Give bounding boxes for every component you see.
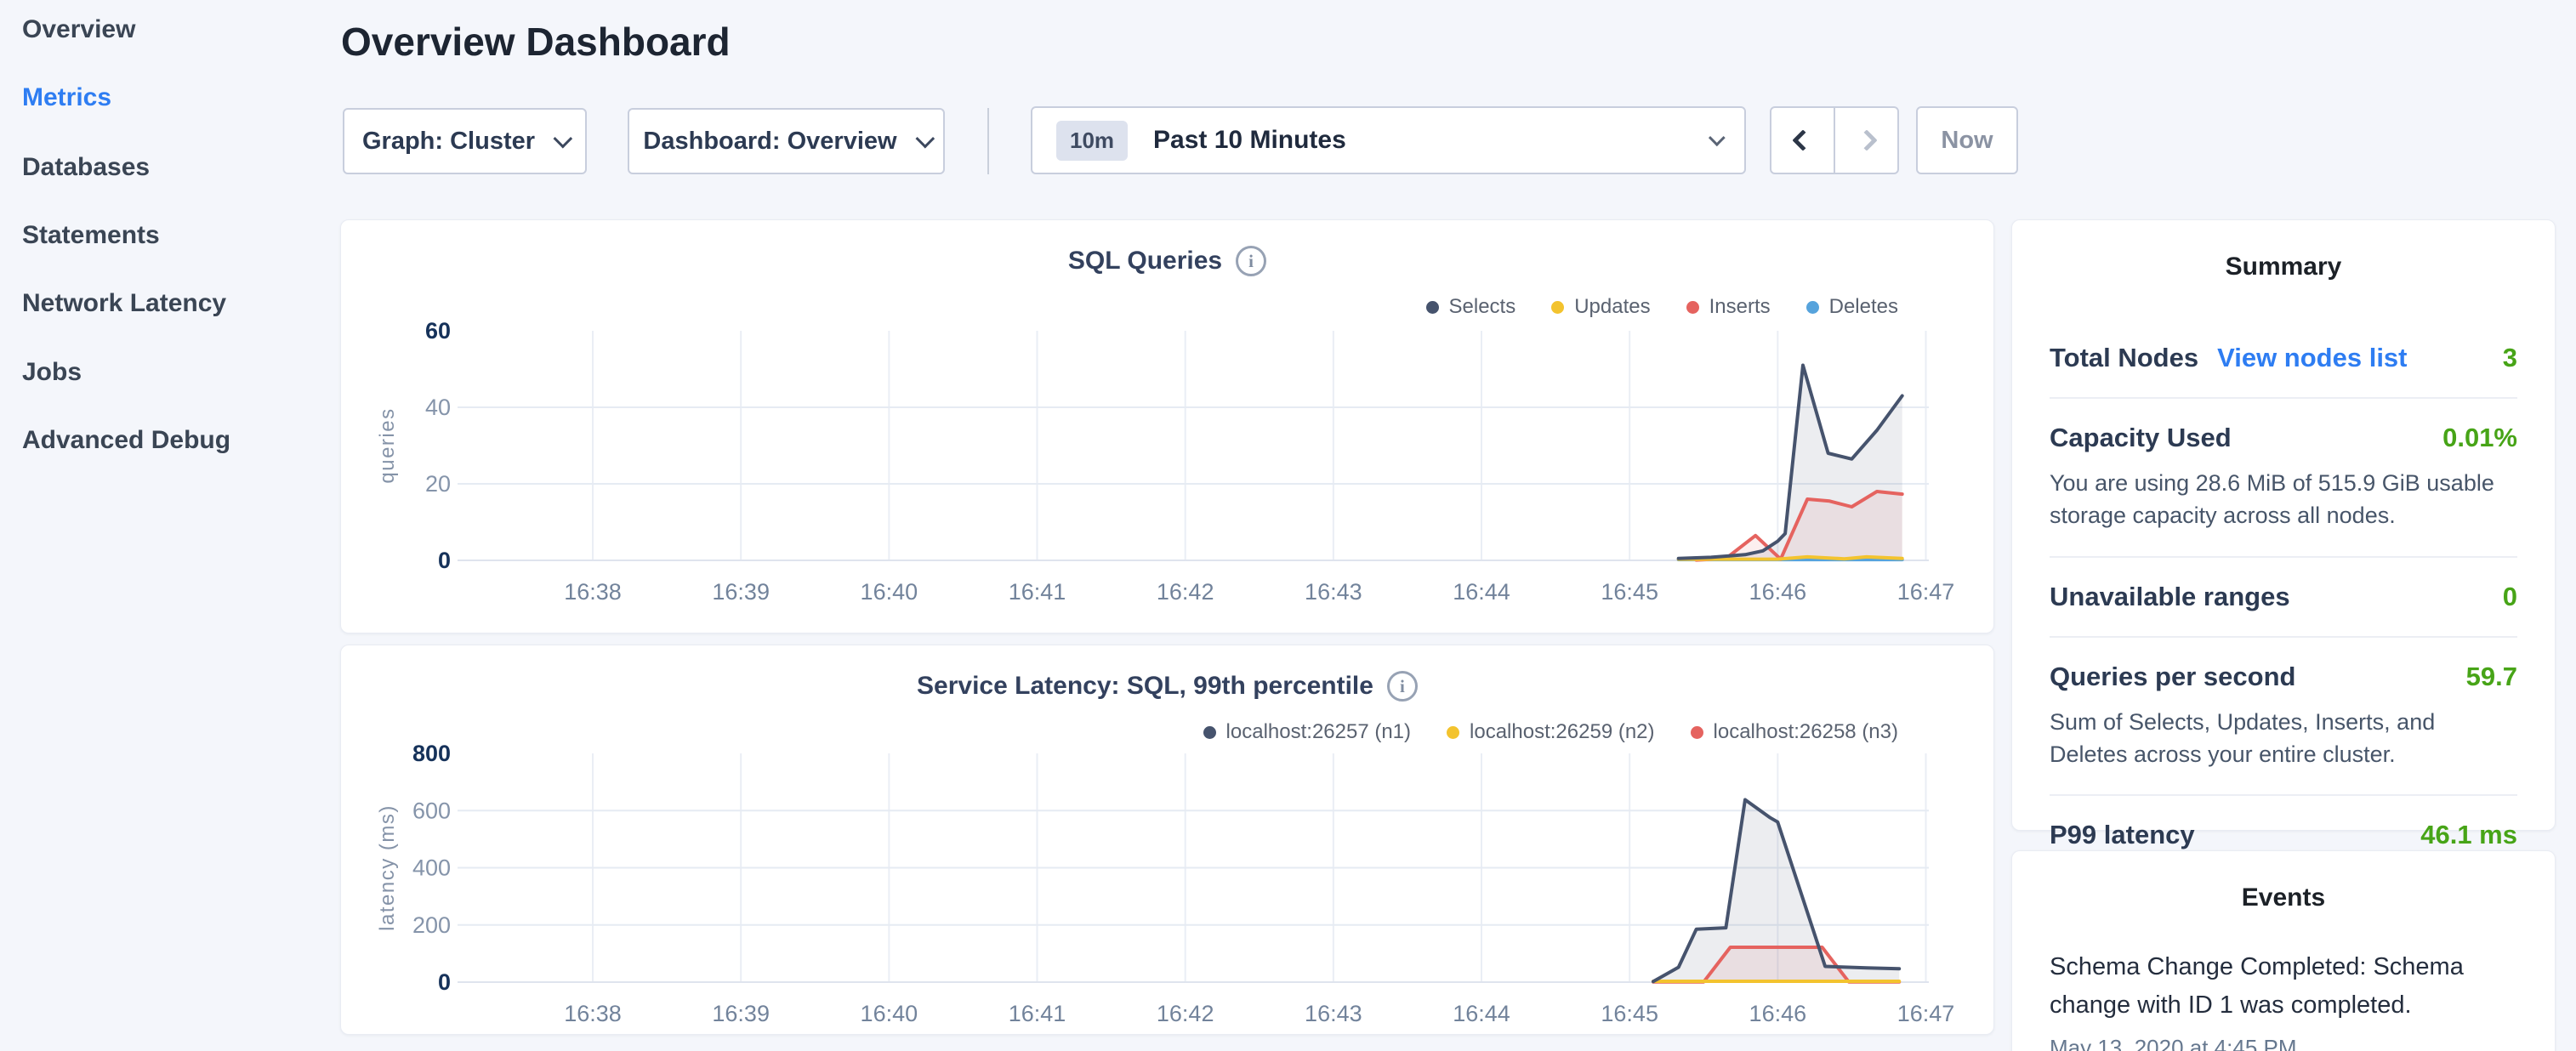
svg-text:40: 40	[425, 395, 451, 420]
step-back-button[interactable]	[1771, 108, 1834, 173]
svg-text:16:43: 16:43	[1305, 579, 1362, 605]
chevron-down-icon	[1709, 129, 1726, 146]
svg-text:16:43: 16:43	[1305, 1001, 1362, 1026]
event-item[interactable]: Schema Change Completed: Schema change w…	[2050, 948, 2517, 1051]
graph-scope-label: Graph: Cluster	[362, 128, 535, 156]
svg-text:16:38: 16:38	[564, 579, 622, 605]
sidebar-item-overview[interactable]: Overview	[22, 15, 135, 44]
summary-row-unavailable-ranges: Unavailable ranges 0	[2050, 556, 2517, 636]
summary-label: Total Nodes	[2050, 343, 2198, 373]
summary-row-total-nodes: Total Nodes View nodes list 3	[2050, 319, 2517, 397]
svg-text:16:41: 16:41	[1009, 579, 1066, 605]
summary-desc: Sum of Selects, Updates, Inserts, and De…	[2050, 706, 2517, 771]
sidebar-item-statements[interactable]: Statements	[22, 221, 160, 250]
chevron-down-icon	[554, 129, 573, 149]
svg-text:0: 0	[438, 969, 451, 995]
summary-value: 0.01%	[2442, 423, 2517, 453]
svg-text:16:44: 16:44	[1453, 1001, 1510, 1026]
dashboard-dropdown[interactable]: Dashboard: Overview	[628, 108, 945, 174]
now-button[interactable]: Now	[1916, 106, 2018, 174]
time-range-label: Past 10 Minutes	[1153, 126, 1346, 155]
events-body: Schema Change Completed: Schema change w…	[2012, 948, 2555, 1051]
chevron-right-icon	[1856, 129, 1877, 151]
sidebar-item-metrics[interactable]: Metrics	[22, 83, 111, 112]
summary-value: 59.7	[2466, 662, 2517, 692]
svg-text:16:40: 16:40	[861, 1001, 918, 1026]
svg-text:16:39: 16:39	[712, 579, 770, 605]
summary-label: P99 latency	[2050, 820, 2195, 850]
svg-text:60: 60	[425, 318, 451, 344]
summary-value: 3	[2503, 343, 2517, 373]
time-step-buttons	[1770, 106, 1899, 174]
sidebar-item-advanced-debug[interactable]: Advanced Debug	[22, 426, 230, 455]
chevron-down-icon	[915, 129, 935, 149]
svg-text:20: 20	[425, 471, 451, 497]
svg-text:queries: queries	[376, 407, 399, 483]
svg-text:16:46: 16:46	[1749, 1001, 1807, 1026]
svg-text:16:38: 16:38	[564, 1001, 622, 1026]
sidebar-item-network-latency[interactable]: Network Latency	[22, 289, 226, 318]
svg-text:16:41: 16:41	[1009, 1001, 1066, 1026]
summary-body: Total Nodes View nodes list 3 Capacity U…	[2012, 319, 2555, 874]
svg-text:800: 800	[412, 741, 451, 766]
summary-value: 46.1 ms	[2420, 820, 2517, 850]
svg-text:16:47: 16:47	[1897, 1001, 1955, 1026]
view-nodes-list-link[interactable]: View nodes list	[2217, 343, 2407, 373]
summary-value: 0	[2503, 582, 2517, 612]
service-latency-chart: 0 200 400 600 800 16:38 16:39 16:40 16:41 16:42 16…	[341, 645, 1995, 1040]
svg-text:400: 400	[412, 855, 451, 881]
service-latency-card: Service Latency: SQL, 99th percentile i …	[340, 645, 1994, 1035]
svg-text:16:44: 16:44	[1453, 579, 1510, 605]
time-range-badge: 10m	[1056, 121, 1128, 161]
chevron-left-icon	[1792, 129, 1813, 151]
svg-text:16:42: 16:42	[1157, 1001, 1214, 1026]
graph-scope-dropdown[interactable]: Graph: Cluster	[343, 108, 587, 174]
svg-text:latency (ms): latency (ms)	[376, 804, 399, 931]
summary-label: Capacity Used	[2050, 423, 2232, 453]
summary-desc: You are using 28.6 MiB of 515.9 GiB usab…	[2050, 467, 2517, 532]
svg-text:16:46: 16:46	[1749, 579, 1807, 605]
svg-text:200: 200	[412, 912, 451, 938]
summary-panel: Summary Total Nodes View nodes list 3 Ca…	[2011, 219, 2556, 831]
svg-text:16:47: 16:47	[1897, 579, 1955, 605]
event-timestamp: May 13, 2020 at 4:45 PM	[2050, 1035, 2517, 1051]
sidebar-item-jobs[interactable]: Jobs	[22, 358, 82, 387]
page-title: Overview Dashboard	[341, 19, 731, 65]
event-text: Schema Change Completed: Schema change w…	[2050, 948, 2517, 1025]
time-range-selector[interactable]: 10m Past 10 Minutes	[1031, 106, 1746, 174]
events-panel: Events Schema Change Completed: Schema c…	[2011, 850, 2556, 1051]
svg-text:0: 0	[438, 548, 451, 573]
step-forward-button[interactable]	[1834, 108, 1897, 173]
svg-text:16:42: 16:42	[1157, 579, 1214, 605]
toolbar-divider	[987, 108, 989, 174]
svg-text:16:40: 16:40	[861, 579, 918, 605]
summary-label: Unavailable ranges	[2050, 582, 2290, 612]
svg-text:16:45: 16:45	[1601, 1001, 1658, 1026]
sidebar-item-databases[interactable]: Databases	[22, 153, 150, 182]
summary-row-qps: Queries per second 59.7 Sum of Selects, …	[2050, 636, 2517, 795]
svg-text:16:39: 16:39	[712, 1001, 770, 1026]
summary-label: Queries per second	[2050, 662, 2295, 692]
sql-queries-card: SQL Queries i Selects Updates Inserts De…	[340, 219, 1994, 633]
metrics-page: Overview Metrics Databases Statements Ne…	[0, 0, 2576, 1051]
sidebar: Overview Metrics Databases Statements Ne…	[0, 0, 340, 1051]
dashboard-label: Dashboard: Overview	[643, 128, 896, 156]
events-heading: Events	[2012, 851, 2555, 912]
svg-text:16:45: 16:45	[1601, 579, 1658, 605]
sql-queries-chart: 0 20 40 60 16:38 16:39 16:40 16:41 16:42 16:43 16:…	[341, 220, 1995, 639]
summary-heading: Summary	[2012, 220, 2555, 281]
summary-row-capacity-used: Capacity Used 0.01% You are using 28.6 M…	[2050, 397, 2517, 556]
svg-text:600: 600	[412, 798, 451, 823]
